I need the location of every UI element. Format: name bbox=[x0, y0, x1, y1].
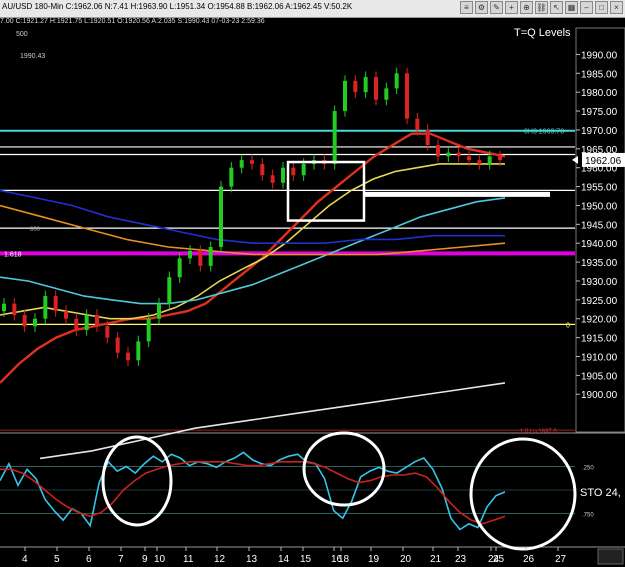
candle-body bbox=[136, 341, 141, 361]
candle-body bbox=[53, 296, 58, 312]
candle-body bbox=[281, 167, 285, 183]
candle-body bbox=[353, 80, 358, 93]
candle-body bbox=[250, 160, 254, 164]
y-tick-label: 1900.00 bbox=[581, 390, 618, 401]
candle-body bbox=[219, 186, 223, 247]
x-tick-label: 20 bbox=[400, 554, 412, 565]
candle-body bbox=[405, 73, 409, 119]
candle-body bbox=[291, 167, 296, 176]
level-value: 1990.43 bbox=[20, 53, 45, 60]
x-tick-label: 10 bbox=[154, 554, 166, 565]
candle-body bbox=[22, 314, 27, 327]
candle-body bbox=[2, 303, 6, 312]
candle-body bbox=[84, 314, 89, 331]
candle-body bbox=[467, 156, 471, 161]
y-tick-label: 1975.00 bbox=[581, 107, 618, 118]
candle-body bbox=[74, 318, 79, 331]
x-tick-label: 5 bbox=[54, 554, 60, 565]
y-tick-label: 1980.00 bbox=[581, 88, 618, 99]
candle-body bbox=[188, 250, 192, 259]
candle-body bbox=[301, 163, 306, 176]
x-tick-label: 6 bbox=[86, 554, 92, 565]
candle-body bbox=[239, 160, 244, 168]
y-tick-label: 1915.00 bbox=[581, 334, 618, 345]
y-tick-label: 1945.00 bbox=[581, 220, 618, 231]
x-tick-label: 13 bbox=[246, 554, 258, 565]
candle-body bbox=[105, 326, 110, 338]
x-tick-label: 25 bbox=[493, 554, 505, 565]
y-tick-label: 1930.00 bbox=[581, 277, 618, 288]
x-tick-label: 7 bbox=[118, 554, 124, 565]
y-tick-label: 1935.00 bbox=[581, 258, 618, 269]
annotation-support-bar bbox=[364, 191, 550, 197]
candle-body bbox=[446, 152, 451, 157]
sto-tick-lower: .750 bbox=[582, 513, 594, 519]
candle-body bbox=[384, 88, 389, 100]
candle-body bbox=[12, 303, 17, 315]
sto-tick-upper: .250 bbox=[582, 466, 594, 472]
x-tick-label: 4 bbox=[22, 554, 28, 565]
level-zero-label: 0 bbox=[566, 322, 570, 329]
y-tick-label: 1920.00 bbox=[581, 315, 618, 326]
candle-body bbox=[208, 246, 213, 266]
candle-body bbox=[177, 258, 182, 278]
fib-level-label: 1.618 bbox=[4, 251, 22, 258]
candle-body bbox=[115, 337, 120, 353]
x-tick-label: 11 bbox=[183, 554, 194, 565]
candle-body bbox=[126, 352, 130, 361]
y-tick-label: 1970.00 bbox=[581, 126, 618, 137]
candle-body bbox=[343, 80, 347, 112]
candle-body bbox=[198, 250, 203, 266]
x-tick-label: 27 bbox=[555, 554, 567, 565]
y-tick-label: 1950.00 bbox=[581, 201, 618, 212]
y-tick-label: 1990.00 bbox=[581, 50, 618, 61]
y-tick-label: 1940.00 bbox=[581, 239, 618, 250]
candle-body bbox=[394, 73, 399, 89]
candle-body bbox=[33, 318, 37, 327]
x-tick-label: 9 bbox=[142, 554, 148, 565]
candle-body bbox=[456, 152, 461, 157]
candle-body bbox=[229, 167, 234, 187]
top-left-value: 500 bbox=[16, 31, 28, 38]
candle-body bbox=[332, 111, 337, 164]
x-tick-label: 19 bbox=[368, 554, 380, 565]
x-tick-label: 21 bbox=[430, 554, 442, 565]
candle-body bbox=[157, 303, 161, 319]
current-price-label: 1962.06 bbox=[585, 156, 622, 167]
sto-label: STO 24, bbox=[580, 487, 621, 499]
y-tick-label: 1910.00 bbox=[581, 352, 618, 363]
x-tick-label: 15 bbox=[300, 554, 312, 565]
y-tick-label: 1955.00 bbox=[581, 183, 618, 194]
candle-body bbox=[363, 77, 368, 93]
candle-body bbox=[487, 156, 492, 164]
candle-body bbox=[95, 314, 99, 327]
x-tick-label: 26 bbox=[523, 554, 535, 565]
candle-body bbox=[270, 175, 275, 183]
candle-body bbox=[415, 118, 420, 130]
y-tick-label: 1985.00 bbox=[581, 69, 618, 80]
ob-level-label: 0H3 1969.78 bbox=[524, 129, 564, 136]
candle-body bbox=[64, 311, 68, 319]
y-tick-label: 1905.00 bbox=[581, 371, 618, 382]
scroll-icon bbox=[597, 548, 624, 565]
candle-body bbox=[425, 129, 430, 146]
candle-body bbox=[260, 163, 265, 176]
candle-body bbox=[436, 145, 440, 157]
x-tick-label: 18 bbox=[338, 554, 350, 565]
candle-body bbox=[167, 277, 172, 304]
chart-title-text: T=Q Levels bbox=[514, 27, 571, 39]
x-tick-label: 23 bbox=[455, 554, 467, 565]
x-tick-label: 14 bbox=[278, 554, 290, 565]
candle-body bbox=[43, 296, 48, 319]
candle-body bbox=[498, 156, 502, 161]
x-tick-label: 12 bbox=[214, 554, 226, 565]
candle-body bbox=[374, 77, 378, 100]
candle-body bbox=[146, 318, 151, 342]
candle-body bbox=[477, 160, 482, 164]
mid-left-label: 800 bbox=[30, 227, 41, 233]
price-chart[interactable]: 500 1990.43 T=Q Levels 0H3 1969.78 1.618 0 800… bbox=[0, 0, 625, 567]
y-tick-label: 1925.00 bbox=[581, 296, 618, 307]
